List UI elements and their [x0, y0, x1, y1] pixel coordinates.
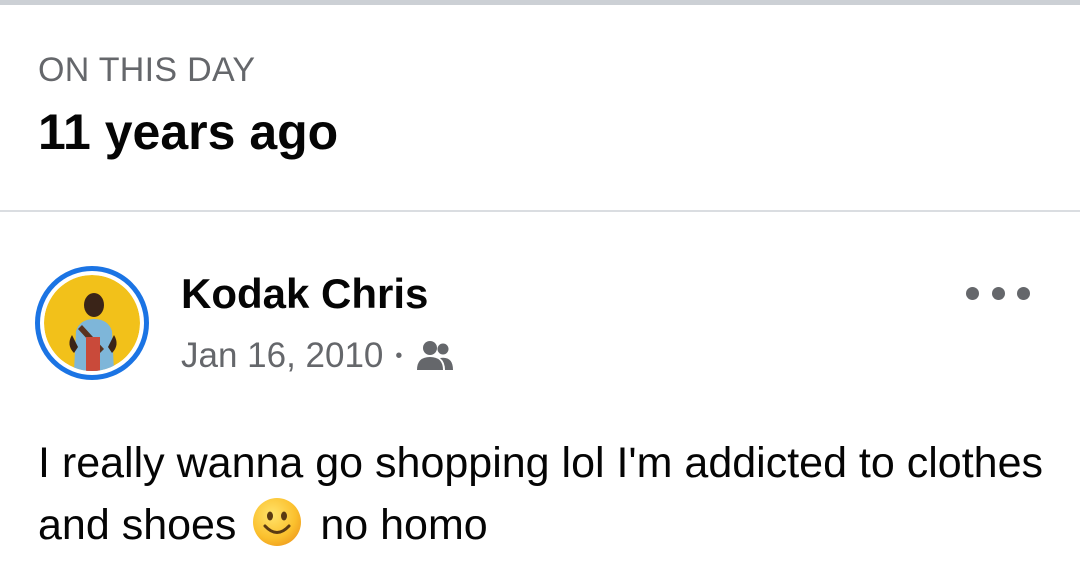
memory-eyebrow: ON THIS DAY	[38, 51, 256, 89]
meta-separator: •	[395, 344, 403, 367]
memory-headline: 11 years ago	[38, 104, 339, 160]
avatar[interactable]	[35, 266, 149, 380]
friends-icon[interactable]	[416, 340, 454, 372]
memory-post: Kodak Chris Jan 16, 2010 • I really wann…	[0, 212, 1080, 572]
more-options-icon[interactable]	[966, 278, 1030, 308]
more-dot	[991, 286, 1005, 300]
post-text-main: I really wanna go shopping lol I'm addic…	[38, 439, 1043, 549]
avatar-photo-icon	[44, 275, 140, 371]
post-date[interactable]: Jan 16, 2010	[181, 336, 383, 376]
memory-header: ON THIS DAY 11 years ago	[0, 5, 1080, 210]
post-body: I really wanna go shopping lol I'm addic…	[38, 432, 1048, 556]
post-meta: Jan 16, 2010 •	[181, 336, 454, 376]
more-dot	[966, 286, 979, 300]
avatar-image	[44, 275, 140, 371]
smiling-face-emoji	[252, 497, 302, 547]
post-text-tail: no homo	[320, 501, 488, 549]
post-author-name[interactable]: Kodak Chris	[181, 270, 428, 318]
more-dot	[1017, 286, 1030, 300]
